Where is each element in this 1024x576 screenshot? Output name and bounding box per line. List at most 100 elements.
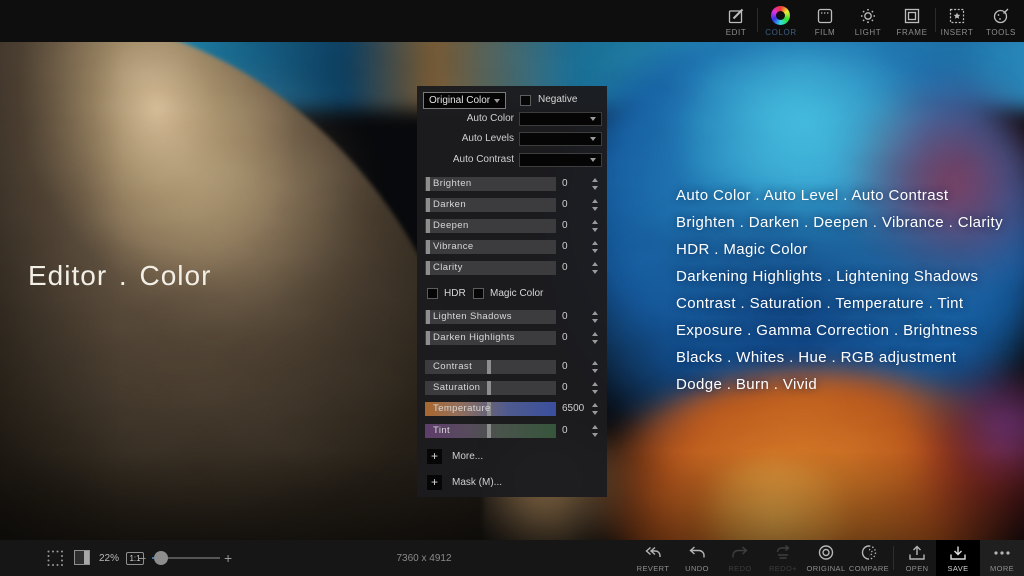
undo-icon <box>686 544 708 562</box>
hdr-checkbox[interactable] <box>427 288 438 299</box>
tab-film-label: FILM <box>802 28 848 37</box>
slider-clarity-track[interactable]: Clarity <box>425 261 556 275</box>
redo-all-button[interactable]: REDO+ <box>763 540 803 576</box>
value-stepper[interactable] <box>591 262 600 274</box>
slider-deepen-track[interactable]: Deepen <box>425 219 556 233</box>
canvas-backdrop-toggle-icon[interactable] <box>74 550 90 570</box>
open-button[interactable]: OPEN <box>897 540 937 576</box>
tools-icon <box>991 6 1011 26</box>
slider-contrast: Contrast 0 <box>417 360 607 374</box>
value-stepper[interactable] <box>591 199 600 211</box>
slider-handle[interactable] <box>487 424 491 438</box>
redo-button[interactable]: REDO <box>720 540 760 576</box>
zoom-slider-handle[interactable] <box>154 551 168 565</box>
top-toolbar: EDIT COLOR FILM <box>0 0 1024 42</box>
redo-all-icon <box>772 544 794 562</box>
slider-saturation-track[interactable]: Saturation <box>425 381 556 395</box>
value-stepper[interactable] <box>591 332 600 344</box>
slider-handle[interactable] <box>426 198 430 212</box>
slider-value: 0 <box>562 424 592 438</box>
negative-checkbox[interactable] <box>520 95 531 106</box>
slider-label: Darken Highlights <box>433 331 515 345</box>
bottom-more-button[interactable]: MORE <box>982 540 1022 576</box>
slider-vibrance-track[interactable]: Vibrance <box>425 240 556 254</box>
tab-frame[interactable]: FRAME <box>889 4 935 40</box>
save-button[interactable]: SAVE <box>938 540 978 576</box>
undo-label: UNDO <box>673 564 721 573</box>
value-stepper[interactable] <box>591 311 600 323</box>
value-stepper[interactable] <box>591 241 600 253</box>
slider-brighten-track[interactable]: Brighten <box>425 177 556 191</box>
slider-handle[interactable] <box>487 360 491 374</box>
more-button[interactable]: + <box>427 449 442 464</box>
slider-handle[interactable] <box>426 310 430 324</box>
tab-color[interactable]: COLOR <box>758 4 804 40</box>
tab-color-label: COLOR <box>758 28 804 37</box>
slider-vibrance: Vibrance 0 <box>417 240 607 254</box>
slider-contrast-track[interactable]: Contrast <box>425 360 556 374</box>
slider-darken-track[interactable]: Darken <box>425 198 556 212</box>
grid-background-icon[interactable] <box>46 549 64 572</box>
value-stepper[interactable] <box>591 382 600 394</box>
slider-handle[interactable] <box>487 381 491 395</box>
compare-button[interactable]: COMPARE <box>849 540 889 576</box>
negative-label: Negative <box>538 94 577 105</box>
feature-line: Dodge . Burn . Vivid <box>676 371 1006 398</box>
slider-saturation: Saturation 0 <box>417 381 607 395</box>
original-button[interactable]: ORIGINAL <box>806 540 846 576</box>
more-button-label[interactable]: More... <box>452 449 483 464</box>
slider-temperature-track[interactable]: Temperature <box>425 402 556 416</box>
slider-darken-highlights-track[interactable]: Darken Highlights <box>425 331 556 345</box>
value-stepper[interactable] <box>591 425 600 437</box>
slider-handle[interactable] <box>426 261 430 275</box>
feature-line: Auto Color . Auto Level . Auto Contrast <box>676 182 1006 209</box>
value-stepper[interactable] <box>591 403 600 415</box>
zoom-out-button[interactable]: − <box>138 550 146 566</box>
slider-label: Deepen <box>433 219 469 233</box>
auto-levels-dropdown[interactable] <box>519 132 602 146</box>
tab-light[interactable]: LIGHT <box>845 4 891 40</box>
slider-lighten-shadows-track[interactable]: Lighten Shadows <box>425 310 556 324</box>
slider-value: 0 <box>562 310 592 324</box>
auto-color-label: Auto Color <box>417 112 514 126</box>
slider-handle[interactable] <box>426 177 430 191</box>
bottom-toolbar: 22% 1:1 − + 7360 x 4912 REVERT UNDO REDO <box>0 540 1024 576</box>
tab-tools-label: TOOLS <box>978 28 1024 37</box>
slider-tint-track[interactable]: Tint <box>425 424 556 438</box>
slider-handle[interactable] <box>426 331 430 345</box>
tab-edit-label: EDIT <box>713 28 759 37</box>
slider-clarity: Clarity 0 <box>417 261 607 275</box>
tab-tools[interactable]: TOOLS <box>978 4 1024 40</box>
light-icon <box>858 6 878 26</box>
slider-handle[interactable] <box>426 240 430 254</box>
zoom-in-button[interactable]: + <box>224 550 232 566</box>
more-icon <box>991 544 1013 562</box>
slider-value: 0 <box>562 331 592 345</box>
value-stepper[interactable] <box>591 220 600 232</box>
slider-tint: Tint 0 <box>417 424 607 438</box>
chevron-down-icon <box>590 117 596 121</box>
feature-line: Contrast . Saturation . Temperature . Ti… <box>676 290 1006 317</box>
slider-label: Contrast <box>433 360 472 374</box>
tab-edit[interactable]: EDIT <box>713 4 759 40</box>
preset-dropdown[interactable]: Original Color <box>423 92 506 109</box>
mask-button[interactable]: + <box>427 475 442 490</box>
edit-icon <box>726 6 746 26</box>
mask-button-label[interactable]: Mask (M)... <box>452 475 502 490</box>
auto-color-dropdown[interactable] <box>519 112 602 126</box>
slider-handle[interactable] <box>426 219 430 233</box>
undo-button[interactable]: UNDO <box>677 540 717 576</box>
revert-button[interactable]: REVERT <box>633 540 673 576</box>
auto-contrast-dropdown[interactable] <box>519 153 602 167</box>
tab-film[interactable]: FILM <box>802 4 848 40</box>
slider-value: 0 <box>562 261 592 275</box>
open-icon <box>906 544 928 562</box>
magic-color-checkbox[interactable] <box>473 288 484 299</box>
value-stepper[interactable] <box>591 361 600 373</box>
feature-line: Exposure . Gamma Correction . Brightness <box>676 317 1006 344</box>
tab-insert[interactable]: INSERT <box>934 4 980 40</box>
value-stepper[interactable] <box>591 178 600 190</box>
redo-label: REDO <box>716 564 764 573</box>
slider-value: 0 <box>562 219 592 233</box>
tab-frame-label: FRAME <box>889 28 935 37</box>
